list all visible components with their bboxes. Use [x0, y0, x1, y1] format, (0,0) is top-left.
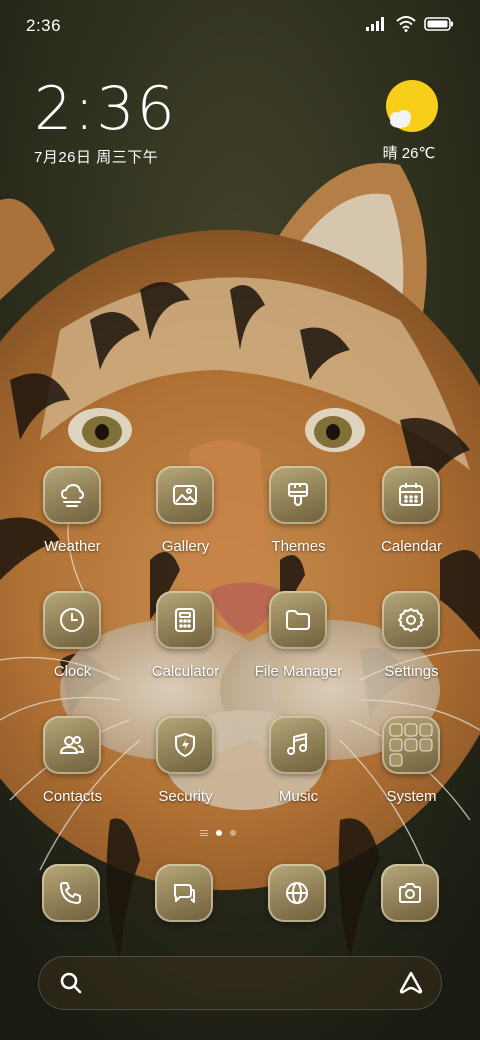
weather-widget[interactable]: 晴 26℃ [374, 80, 444, 163]
folder-icon [269, 591, 327, 649]
app-calendar[interactable]: Calendar [355, 466, 468, 576]
clock-time: 2:36 [34, 74, 177, 144]
status-time: 2:36 [26, 16, 62, 35]
wifi-icon [396, 16, 416, 32]
app-folder-system[interactable]: System [355, 716, 468, 826]
phone-icon[interactable] [42, 864, 100, 922]
contacts-icon [43, 716, 101, 774]
status-bar: 2:36 [0, 0, 480, 50]
app-label: System [386, 788, 437, 805]
app-security[interactable]: Security [129, 716, 242, 826]
app-file-manager[interactable]: File Manager [242, 591, 355, 701]
clock-date: 7月26日 周三下午 [34, 149, 159, 166]
app-gallery[interactable]: Gallery [129, 466, 242, 576]
app-settings[interactable]: Settings [355, 591, 468, 701]
app-drawer-indicator [200, 830, 208, 836]
weather-icon [43, 466, 101, 524]
app-contacts[interactable]: Contacts [16, 716, 129, 826]
sunny-weather-icon [384, 80, 440, 136]
calculator-icon [156, 591, 214, 649]
music-icon [269, 716, 327, 774]
page-dot [230, 830, 236, 836]
status-icons [366, 16, 454, 32]
page-dot-active [216, 830, 222, 836]
shield-icon [156, 716, 214, 774]
calendar-icon [382, 466, 440, 524]
gallery-icon [156, 466, 214, 524]
camera-icon[interactable] [381, 864, 439, 922]
browser-icon[interactable] [268, 864, 326, 922]
themes-icon [269, 466, 327, 524]
messages-icon[interactable] [155, 864, 213, 922]
battery-icon [424, 17, 453, 31]
gear-icon [382, 591, 440, 649]
clock-widget[interactable]: 2:36 7月26日 周三下午 [34, 76, 177, 167]
signal-icon [366, 17, 384, 31]
search-icon[interactable] [58, 970, 84, 1001]
app-label: Settings [384, 663, 439, 680]
app-label: Calendar [381, 538, 442, 555]
app-themes[interactable]: Themes [242, 466, 355, 576]
app-calculator[interactable]: Calculator [129, 591, 242, 701]
app-clock[interactable]: Clock [16, 591, 129, 701]
clock-icon [43, 591, 101, 649]
app-weather[interactable]: Weather [16, 466, 129, 576]
app-folder-icon [382, 716, 440, 774]
page-indicator[interactable] [200, 830, 236, 836]
search-bar[interactable] [38, 956, 442, 1010]
app-music[interactable]: Music [242, 716, 355, 826]
weather-text: 晴 26℃ [382, 145, 436, 162]
assistant-icon[interactable] [398, 970, 424, 1001]
